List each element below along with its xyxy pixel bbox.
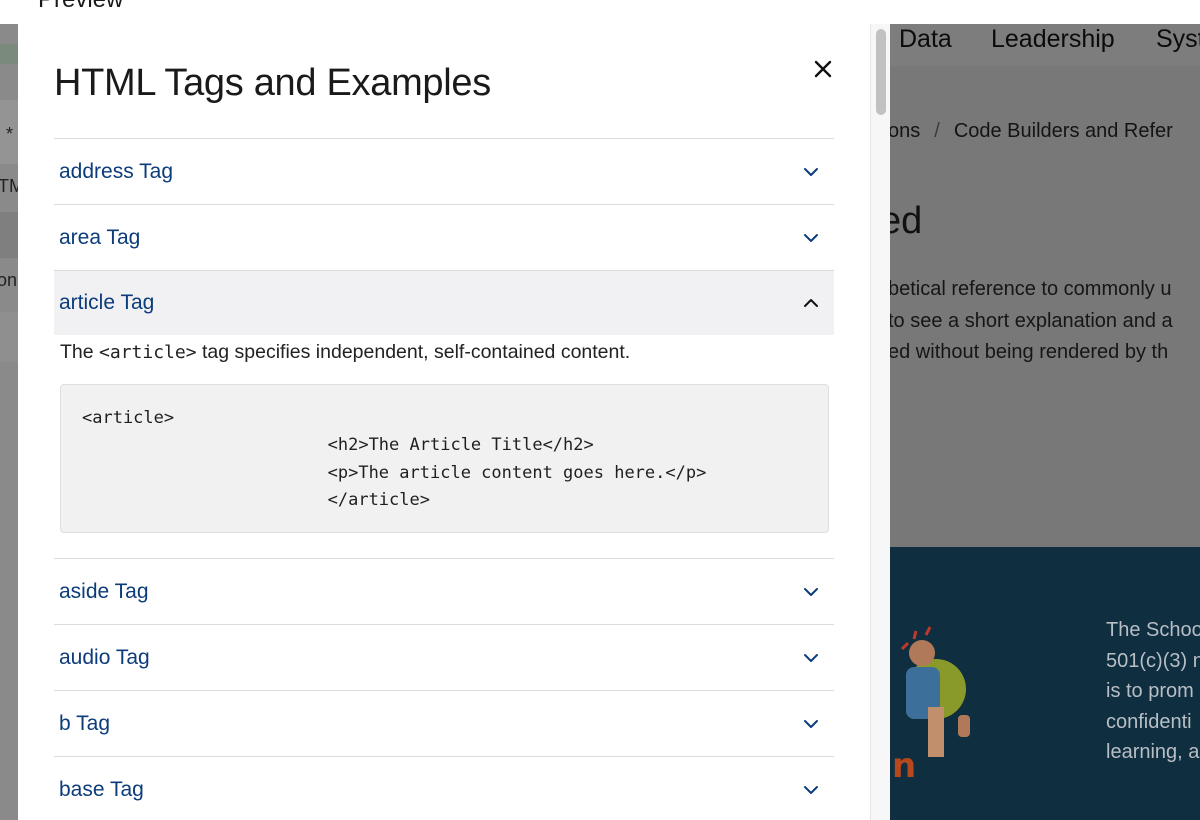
preview-bar: Preview [0, 0, 1200, 24]
bg-left-fragment: TM [0, 176, 18, 196]
bg-breadcrumb-separator: / [934, 120, 940, 142]
bg-footer-line: 501(c)(3) n [1106, 649, 1200, 672]
chevron-down-icon [802, 649, 820, 667]
accordion-panel-article: The <article> tag specifies independent,… [54, 335, 834, 558]
bg-footer-line: learning, a [1106, 741, 1200, 763]
chevron-up-icon [802, 294, 820, 312]
accordion-label: b Tag [59, 711, 110, 735]
bg-left-fragment: on [0, 270, 18, 290]
bg-breadcrumb: tions / Code Builders and Refer [890, 120, 1173, 143]
bg-intro-line: to see a short explanation and a [890, 309, 1173, 332]
bg-intro-paragraph: betical reference to commonly u to see a… [890, 274, 1173, 369]
accordion-label: area Tag [59, 225, 141, 249]
bg-footer-line: is to prom [1106, 680, 1194, 702]
description-text: tag specifies independent, self-containe… [196, 341, 631, 363]
accordion-label: audio Tag [59, 645, 150, 669]
bg-footer-line: The Schoo [1106, 619, 1200, 641]
bg-footer-banner: n The Schoo 501(c)(3) n is to prom confi… [890, 547, 1200, 820]
bg-footer-text: The Schoo 501(c)(3) n is to prom confide… [1106, 615, 1200, 768]
bg-art-letter: n [892, 746, 916, 786]
accordion-label: base Tag [59, 777, 144, 801]
modal-scrollbar[interactable] [870, 24, 890, 820]
bg-page-heading: ed [890, 200, 923, 242]
bg-nav-item-leadership: Leadership [991, 25, 1115, 53]
scrollbar-thumb[interactable] [876, 29, 886, 115]
bg-intro-line: betical reference to commonly u [890, 278, 1172, 300]
background-page-right: Data Leadership Syst tions / Code Builders… [890, 24, 1200, 820]
accordion-item-article: article Tag The <article> tag specifies … [54, 270, 834, 558]
accordion-item-aside: aside Tag [54, 558, 834, 624]
preview-title: Preview [38, 0, 123, 14]
accordion-item-b: b Tag [54, 690, 834, 756]
chevron-down-icon [802, 781, 820, 799]
code-example: <article> <h2>The Article Title</h2> <p>… [82, 408, 707, 510]
bg-breadcrumb-prev: tions [890, 120, 921, 142]
accordion-header-audio[interactable]: audio Tag [54, 625, 834, 690]
chevron-down-icon [802, 715, 820, 733]
tag-description: The <article> tag specifies independent,… [60, 341, 828, 364]
inline-code: <article> [99, 342, 197, 363]
bg-intro-line: ed without being rendered by th [890, 341, 1169, 363]
bg-breadcrumb-current: Code Builders and Refer [953, 120, 1173, 142]
tags-accordion: address Tag area Tag article Tag The <ar… [54, 138, 834, 820]
accordion-header-area[interactable]: area Tag [54, 205, 834, 270]
chevron-down-icon [802, 583, 820, 601]
accordion-header-article[interactable]: article Tag [54, 271, 834, 335]
description-text: The [60, 341, 100, 363]
bg-left-fragment: * [6, 124, 14, 144]
accordion-item-base: base Tag [54, 756, 834, 820]
accordion-header-aside[interactable]: aside Tag [54, 559, 834, 624]
html-tags-modal: HTML Tags and Examples address Tag area … [18, 24, 890, 820]
chevron-down-icon [802, 163, 820, 181]
accordion-header-b[interactable]: b Tag [54, 691, 834, 756]
background-page-left: * TM on [0, 0, 18, 820]
bg-top-nav: Data Leadership Syst [890, 24, 1200, 66]
accordion-header-address[interactable]: address Tag [54, 139, 834, 204]
modal-title: HTML Tags and Examples [54, 62, 491, 104]
bg-footer-line: confidenti [1106, 710, 1192, 733]
bg-nav-item-system: Syst [1156, 25, 1200, 53]
accordion-item-address: address Tag [54, 138, 834, 204]
accordion-label: aside Tag [59, 579, 149, 603]
close-icon [814, 60, 832, 78]
accordion-label: address Tag [59, 159, 174, 183]
chevron-down-icon [802, 229, 820, 247]
accordion-item-area: area Tag [54, 204, 834, 270]
bg-nav-item-data: Data [899, 25, 952, 53]
close-button[interactable] [808, 54, 838, 84]
cartoon-illustration: n [892, 626, 970, 786]
accordion-header-base[interactable]: base Tag [54, 757, 834, 820]
accordion-item-audio: audio Tag [54, 624, 834, 690]
code-example-block: <article> <h2>The Article Title</h2> <p>… [60, 384, 829, 533]
accordion-label: article Tag [59, 291, 155, 314]
